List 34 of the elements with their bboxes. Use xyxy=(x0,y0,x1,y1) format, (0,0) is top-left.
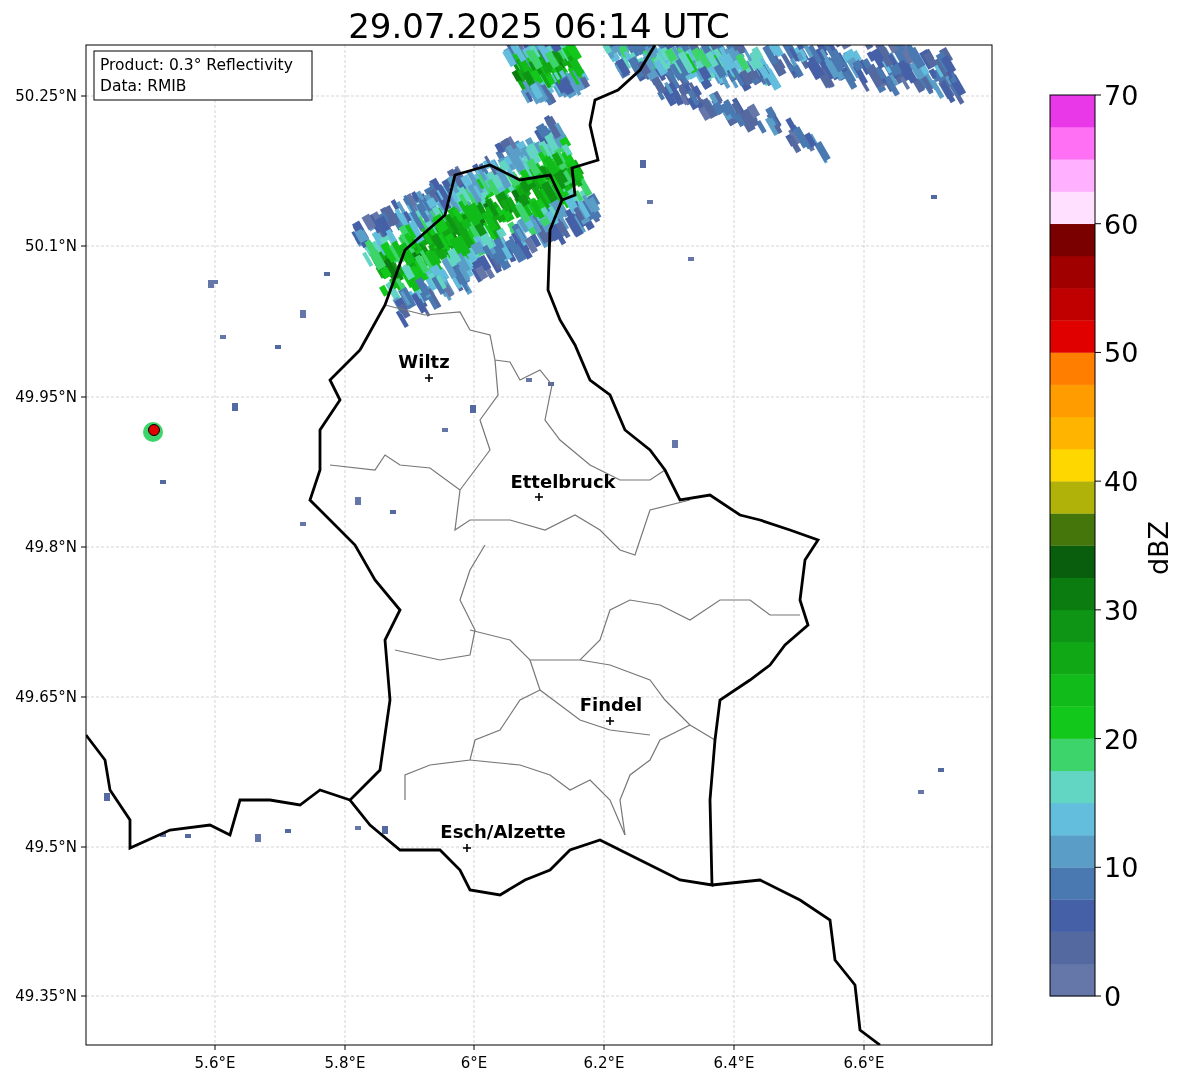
x-tick-label: 6°E xyxy=(460,1054,488,1072)
colorbar-tick-label: 50 xyxy=(1104,337,1139,369)
city-label: Esch/Alzette xyxy=(440,821,566,842)
x-tick-label: 6.2°E xyxy=(583,1054,625,1072)
y-tick-label: 49.8°N xyxy=(24,538,77,556)
colorbar-tick-label: 70 xyxy=(1104,80,1139,111)
city-marker-icon xyxy=(605,716,615,726)
x-tick-label: 6.4°E xyxy=(713,1054,755,1072)
city-marker-icon xyxy=(534,492,544,502)
colorbar-tick-label: 10 xyxy=(1104,852,1139,884)
info-text: Product: 0.3° Reflectivity xyxy=(100,56,293,74)
x-tick-label: 5.6°E xyxy=(194,1054,236,1072)
y-tick-label: 49.95°N xyxy=(15,388,77,406)
x-tick-label: 5.8°E xyxy=(324,1054,366,1072)
y-tick-label: 50.1°N xyxy=(24,237,77,255)
y-tick-label: 50.25°N xyxy=(15,87,77,105)
colorbar-tick-label: 0 xyxy=(1104,981,1122,1012)
city-label: Ettelbruck xyxy=(510,471,616,492)
info-text: Data: RMIB xyxy=(100,77,187,95)
city-label: Wiltz xyxy=(398,351,450,372)
colorbar-tick-label: 20 xyxy=(1104,723,1139,755)
city-marker-icon xyxy=(462,843,472,853)
colorbar-label: dBZ xyxy=(1143,520,1174,576)
x-tick-label: 6.6°E xyxy=(843,1054,885,1072)
colorbar-tick-label: 30 xyxy=(1104,594,1139,626)
city-marker-icon xyxy=(424,373,434,383)
city-label: Findel xyxy=(579,694,643,715)
radar-site-icon xyxy=(143,422,163,442)
y-tick-label: 49.5°N xyxy=(24,838,77,856)
y-tick-label: 49.35°N xyxy=(15,987,77,1005)
y-tick-label: 49.65°N xyxy=(15,688,77,706)
colorbar-tick-label: 60 xyxy=(1104,208,1139,240)
chart-title: 29.07.2025 06:14 UTC xyxy=(348,6,730,46)
colorbar-tick-label: 40 xyxy=(1104,466,1139,498)
